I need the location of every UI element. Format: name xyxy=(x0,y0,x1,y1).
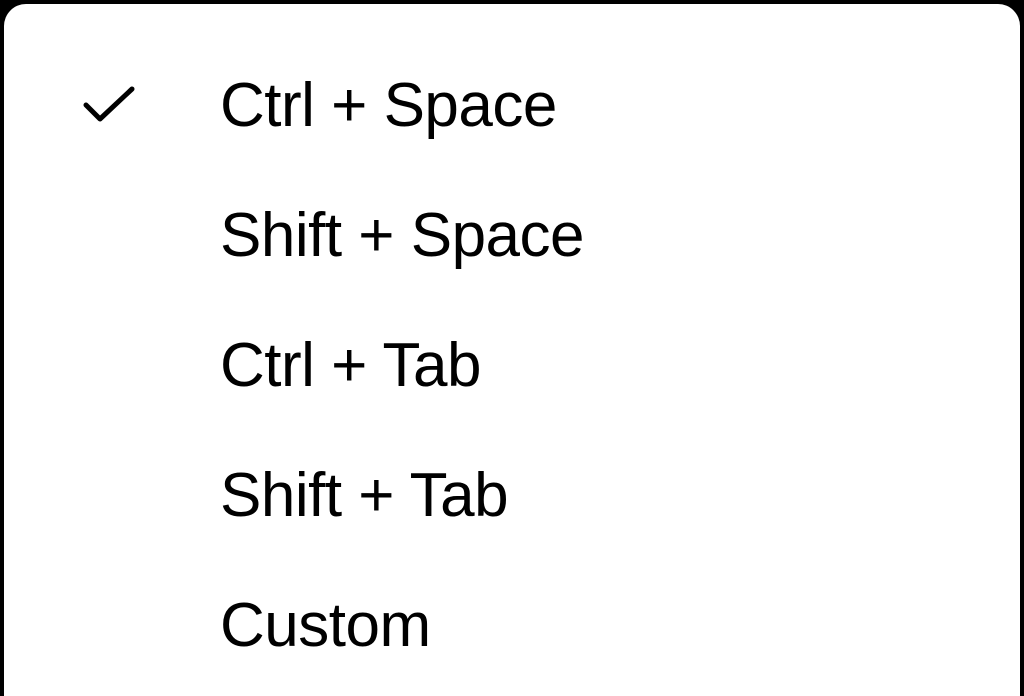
check-slot xyxy=(82,430,220,560)
check-slot xyxy=(82,170,220,300)
menu-item-shift-space[interactable]: Shift + Space xyxy=(4,170,1020,300)
menu-item-label: Shift + Tab xyxy=(220,460,508,531)
menu-item-label: Ctrl + Space xyxy=(220,70,557,141)
check-slot xyxy=(82,560,220,690)
checkmark-icon xyxy=(82,85,136,125)
menu-item-label: Ctrl + Tab xyxy=(220,330,481,401)
menu-item-ctrl-tab[interactable]: Ctrl + Tab xyxy=(4,300,1020,430)
menu-item-custom[interactable]: Custom xyxy=(4,560,1020,690)
menu-item-shift-tab[interactable]: Shift + Tab xyxy=(4,430,1020,560)
menu-item-label: Custom xyxy=(220,590,431,661)
check-slot xyxy=(82,40,220,170)
menu-item-label: Shift + Space xyxy=(220,200,584,271)
check-slot xyxy=(82,300,220,430)
menu-item-ctrl-space[interactable]: Ctrl + Space xyxy=(4,40,1020,170)
hotkey-selection-menu: Ctrl + Space Shift + Space Ctrl + Tab Sh… xyxy=(4,4,1020,696)
